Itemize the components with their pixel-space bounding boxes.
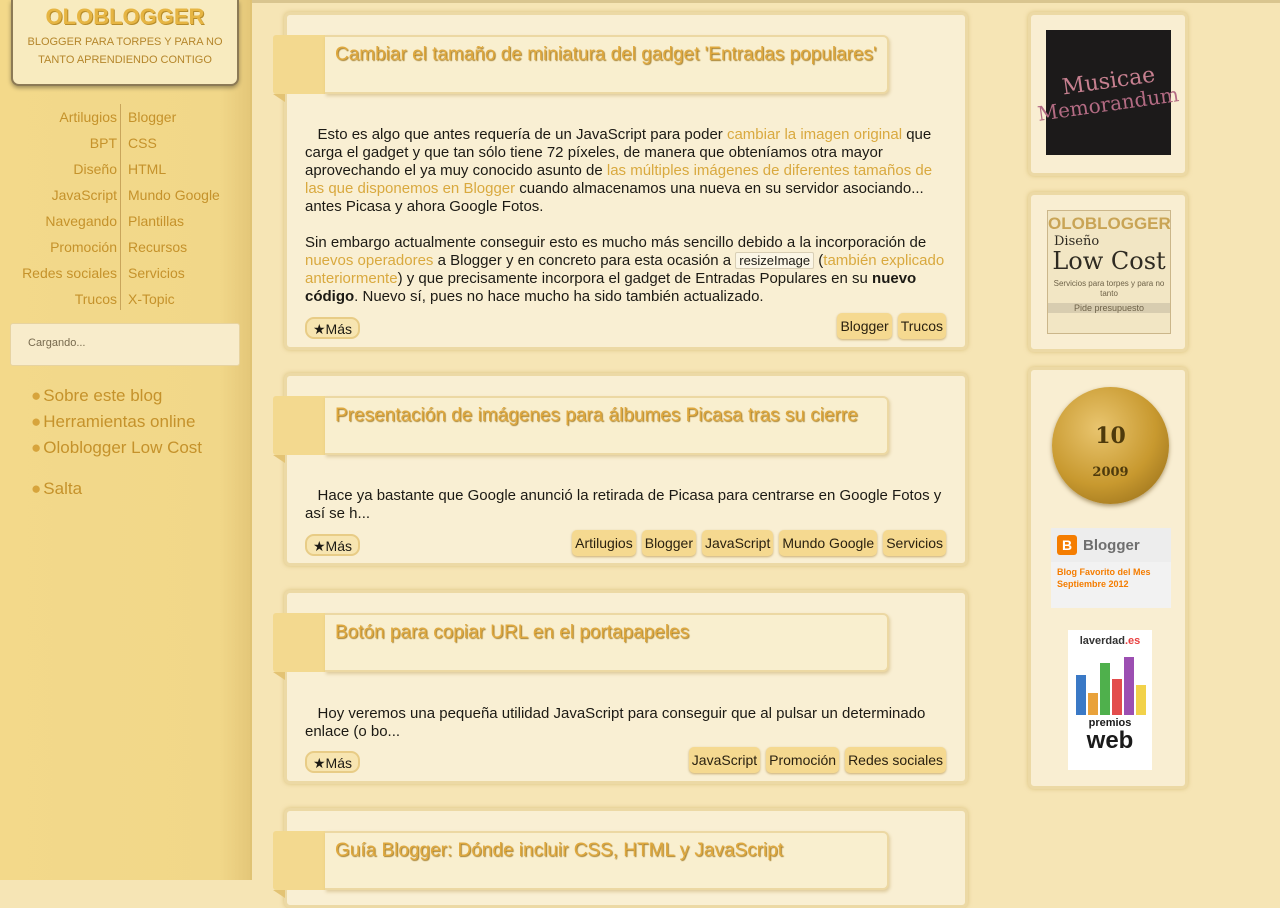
side-links: ● Sobre este blog ● Herramientas online ● O… xyxy=(31,383,202,502)
post-title[interactable]: Guía Blogger: Dónde incluir CSS, HTML y … xyxy=(335,840,783,861)
category-link[interactable]: Blogger xyxy=(128,104,246,130)
post-card: Guía Blogger: Dónde incluir CSS, HTML y … xyxy=(273,808,968,908)
title-tab xyxy=(273,613,325,680)
blogger-favorite-badge[interactable]: B Blogger Blog Favorito del Mes Septiemb… xyxy=(1051,528,1171,608)
lowcost-link[interactable]: ● Oloblogger Low Cost xyxy=(31,435,202,461)
blogger-icon: B xyxy=(1057,535,1077,555)
tag-link[interactable]: JavaScript xyxy=(688,747,761,773)
search-loading-text: Cargando... xyxy=(28,337,86,349)
award-coin-badge[interactable]: 10 2009 xyxy=(1052,387,1169,504)
lowcost-design-badge[interactable]: OLOBLOGGER Diseño Low Cost Servicios par… xyxy=(1047,210,1171,334)
blog-subtitle: BLOGGER PARA TORPES Y PARA NO TANTO APRE… xyxy=(27,36,223,66)
post-title-bar: Cambiar el tamaño de miniatura del gadge… xyxy=(325,35,889,94)
premios-web-badge[interactable]: laverdad.es premios web xyxy=(1068,630,1152,770)
category-link[interactable]: Servicios xyxy=(128,260,246,286)
musicae-memorandum-badge[interactable]: Musicae Memorandum xyxy=(1036,30,1181,155)
tag-link[interactable]: Promoción xyxy=(766,747,840,773)
read-more-button[interactable]: ★Más xyxy=(305,317,360,339)
bullet-icon: ● xyxy=(31,386,42,405)
tag-link[interactable]: Blogger xyxy=(641,530,696,556)
post-title-bar: Guía Blogger: Dónde incluir CSS, HTML y … xyxy=(325,831,889,890)
category-link[interactable]: HTML xyxy=(128,156,246,182)
bullet-icon: ● xyxy=(31,438,42,457)
category-link[interactable]: Trucos xyxy=(0,286,120,312)
left-sidebar: OLOBLOGGER BLOGGER PARA TORPES Y PARA NO… xyxy=(0,0,252,880)
post-title-bar: Botón para copiar URL en el portapapeles xyxy=(325,613,889,672)
search-widget[interactable]: Cargando... xyxy=(10,323,240,366)
bullet-icon: ● xyxy=(31,479,42,498)
jump-link[interactable]: ● Salta xyxy=(31,476,202,502)
tag-link[interactable]: Mundo Google xyxy=(779,530,878,556)
category-link[interactable]: JavaScript xyxy=(0,182,120,208)
category-link[interactable]: Diseño xyxy=(0,156,120,182)
category-link[interactable]: Mundo Google xyxy=(128,182,246,208)
category-link[interactable]: Navegando xyxy=(0,208,120,234)
category-link[interactable]: Recursos xyxy=(128,234,246,260)
post-tags: Artilugios Blogger JavaScript Mundo Goog… xyxy=(572,530,946,556)
bullet-icon: ● xyxy=(31,412,42,431)
code-snippet: resizeImage xyxy=(735,252,815,269)
tag-link[interactable]: Servicios xyxy=(883,530,946,556)
post-title[interactable]: Botón para copiar URL en el portapapeles xyxy=(335,622,689,643)
post-title[interactable]: Cambiar el tamaño de miniatura del gadge… xyxy=(335,44,877,65)
categories-right: Blogger CSS HTML Mundo Google Plantillas… xyxy=(128,104,246,312)
post-card: Botón para copiar URL en el portapapeles… xyxy=(273,590,968,784)
title-tab xyxy=(273,396,325,463)
tag-link[interactable]: Trucos xyxy=(897,313,946,339)
widget-awards: 10 2009 B Blogger Blog Favorito del Mes … xyxy=(1028,367,1188,789)
post-title-bar: Presentación de imágenes para álbumes Pi… xyxy=(325,396,889,455)
post-card: Presentación de imágenes para álbumes Pi… xyxy=(273,373,968,566)
blog-title[interactable]: OLOBLOGGER xyxy=(13,4,237,30)
post-excerpt: Hace ya bastante que Google anunció la r… xyxy=(305,487,942,522)
post-tags: Blogger Trucos xyxy=(837,313,946,339)
category-link[interactable]: Redes sociales xyxy=(0,260,120,286)
category-link[interactable]: Promoción xyxy=(0,234,120,260)
bars-icon xyxy=(1076,653,1146,715)
post-excerpt: Hoy veremos una pequeña utilidad JavaScr… xyxy=(305,705,926,740)
post-tags: JavaScript Promoción Redes sociales xyxy=(688,747,946,773)
title-tab xyxy=(273,831,325,898)
category-link[interactable]: X-Topic xyxy=(128,286,246,312)
tag-link[interactable]: Artilugios xyxy=(572,530,636,556)
post-body: Esto es algo que antes requería de un Ja… xyxy=(305,126,945,305)
widget-musicae: Musicae Memorandum xyxy=(1028,12,1188,176)
category-link[interactable]: BPT xyxy=(0,130,120,156)
about-link[interactable]: ● Sobre este blog xyxy=(31,383,202,409)
top-rule xyxy=(250,0,1280,3)
category-link[interactable]: Artilugios xyxy=(0,104,120,130)
inline-link[interactable]: cambiar la imagen original xyxy=(727,126,902,143)
widget-lowcost: OLOBLOGGER Diseño Low Cost Servicios par… xyxy=(1028,192,1188,352)
tag-link[interactable]: Redes sociales xyxy=(845,747,946,773)
category-link[interactable]: Plantillas xyxy=(128,208,246,234)
categories-left: Artilugios BPT Diseño JavaScript Navegan… xyxy=(0,104,121,310)
blog-header[interactable]: OLOBLOGGER BLOGGER PARA TORPES Y PARA NO… xyxy=(11,0,239,86)
read-more-button[interactable]: ★Más xyxy=(305,534,360,556)
post-title[interactable]: Presentación de imágenes para álbumes Pi… xyxy=(335,405,858,426)
tools-link[interactable]: ● Herramientas online xyxy=(31,409,202,435)
tag-link[interactable]: Blogger xyxy=(837,313,892,339)
category-link[interactable]: CSS xyxy=(128,130,246,156)
tag-link[interactable]: JavaScript xyxy=(702,530,774,556)
post-card: Cambiar el tamaño de miniatura del gadge… xyxy=(273,12,968,350)
inline-link[interactable]: nuevos operadores xyxy=(305,252,433,269)
title-tab xyxy=(273,35,325,102)
read-more-button[interactable]: ★Más xyxy=(305,751,360,773)
